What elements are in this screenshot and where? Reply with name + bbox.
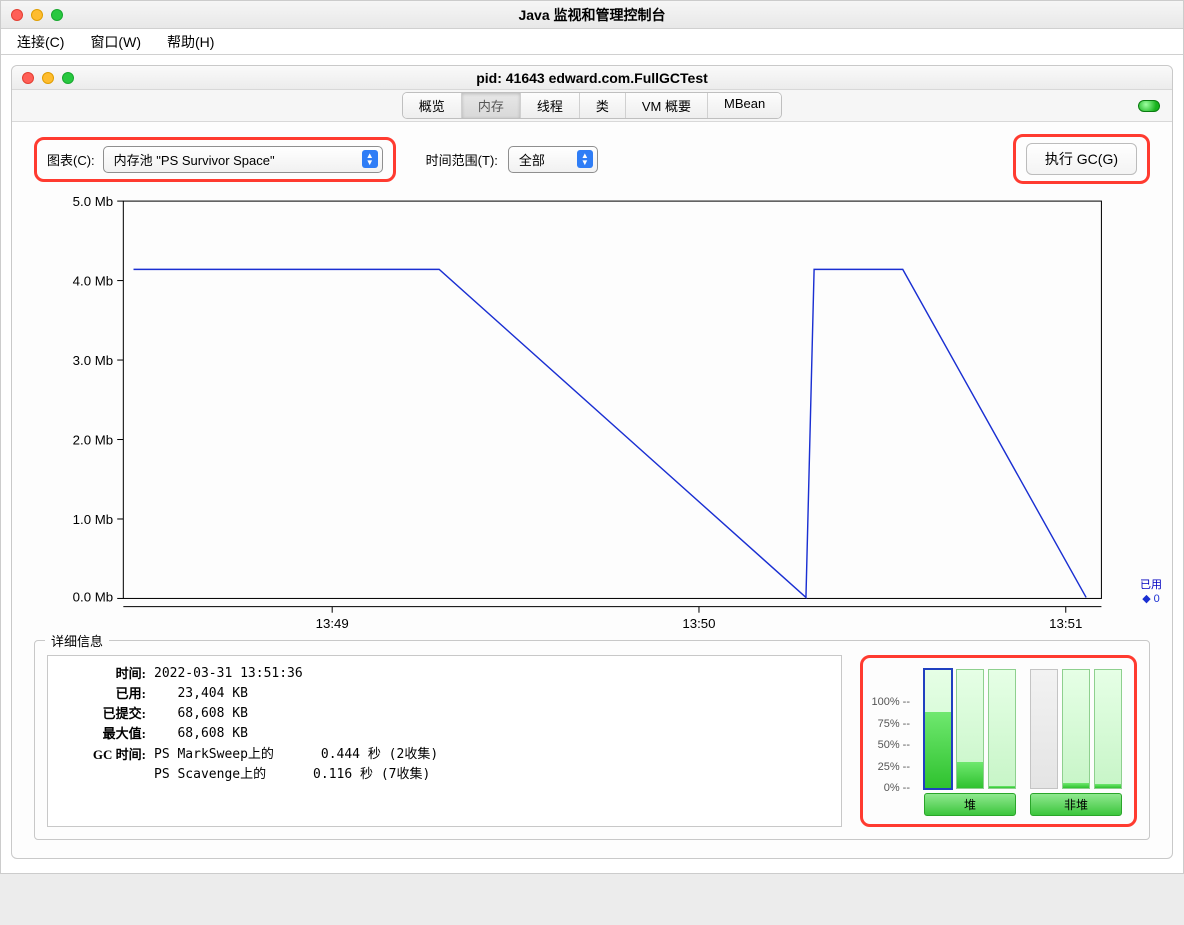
tab-threads[interactable]: 线程 <box>521 93 580 118</box>
detail-time-value: 2022-03-31 13:51:36 <box>146 664 303 684</box>
detail-committed-label: 已提交: <box>58 704 146 724</box>
svg-text:13:50: 13:50 <box>682 616 715 631</box>
inner-titlebar: pid: 41643 edward.com.FullGCTest <box>12 66 1172 90</box>
detail-time-label: 时间: <box>58 664 146 684</box>
legend-used-value: 0 <box>1154 593 1160 605</box>
tab-classes[interactable]: 类 <box>580 93 626 118</box>
menu-window[interactable]: 窗口(W) <box>84 32 147 52</box>
scale-50: 50% -- <box>878 739 910 751</box>
bars-scale: 100% -- 75% -- 50% -- 25% -- 0% -- <box>871 696 910 816</box>
detail-used-value: 23,404 KB <box>146 684 248 704</box>
inner-title: pid: 41643 edward.com.FullGCTest <box>12 70 1172 86</box>
scale-100: 100% -- <box>871 696 910 708</box>
main-window: Java 监视和管理控制台 连接(C) 窗口(W) 帮助(H) pid: 416… <box>0 0 1184 874</box>
nonheap-bar-1[interactable] <box>1030 669 1058 789</box>
perform-gc-button[interactable]: 执行 GC(G) <box>1026 143 1137 175</box>
tab-vm-summary[interactable]: VM 概要 <box>626 93 708 118</box>
detail-gc-value-1: PS MarkSweep上的 0.444 秒 (2收集) <box>146 745 438 765</box>
outer-titlebar: Java 监视和管理控制台 <box>1 1 1183 29</box>
tab-row: 概览 内存 线程 类 VM 概要 MBean <box>12 90 1172 122</box>
details-info-box: 时间: 2022-03-31 13:51:36 已用: 23,404 KB 已提… <box>47 655 842 827</box>
tab-mbean[interactable]: MBean <box>708 93 781 118</box>
chevron-updown-icon: ▲▼ <box>362 150 378 168</box>
svg-text:1.0 Mb: 1.0 Mb <box>73 512 113 527</box>
details-legend: 详细信息 <box>45 631 109 650</box>
legend-used-label: 已用 <box>1140 576 1162 592</box>
detail-gc-value-2: PS Scavenge上的 0.116 秒 (7收集) <box>146 765 430 785</box>
scale-75: 75% -- <box>878 718 910 730</box>
chart-combo[interactable]: 内存池 "PS Survivor Space" ▲▼ <box>103 146 383 173</box>
chevron-updown-icon: ▲▼ <box>577 150 593 168</box>
nonheap-bar-2[interactable] <box>1062 669 1090 789</box>
nonheap-button[interactable]: 非堆 <box>1030 793 1122 816</box>
detail-used-label: 已用: <box>58 684 146 704</box>
connection-status-icon <box>1138 100 1160 112</box>
heap-button[interactable]: 堆 <box>924 793 1016 816</box>
nonheap-bar-3[interactable] <box>1094 669 1122 789</box>
heap-bar-3[interactable] <box>988 669 1016 789</box>
scale-0: 0% -- <box>884 782 910 794</box>
details-fieldset: 详细信息 时间: 2022-03-31 13:51:36 已用: 23,404 … <box>34 640 1150 840</box>
svg-text:5.0 Mb: 5.0 Mb <box>73 196 113 209</box>
time-range-combo[interactable]: 全部 ▲▼ <box>508 146 598 173</box>
heap-bar-2[interactable] <box>956 669 984 789</box>
chart-legend: 已用 ◆ 0 <box>1140 576 1162 605</box>
tab-overview[interactable]: 概览 <box>403 93 462 118</box>
tab-memory[interactable]: 内存 <box>462 93 521 118</box>
svg-text:13:49: 13:49 <box>316 616 349 631</box>
inner-panel: pid: 41643 edward.com.FullGCTest 概览 内存 线… <box>11 65 1173 859</box>
gc-button-highlight: 执行 GC(G) <box>1013 134 1150 184</box>
heap-bar-1[interactable] <box>924 669 952 789</box>
detail-gc-label: GC 时间: <box>58 745 146 765</box>
detail-max-label: 最大值: <box>58 724 146 744</box>
heap-bar-group: 堆 <box>924 669 1016 816</box>
detail-committed-value: 68,608 KB <box>146 704 248 724</box>
memory-chart: 5.0 Mb 4.0 Mb 3.0 Mb 2.0 Mb 1.0 Mb 0.0 M… <box>52 196 1132 626</box>
detail-max-value: 68,608 KB <box>146 724 248 744</box>
chart-selector-highlight: 图表(C): 内存池 "PS Survivor Space" ▲▼ <box>34 137 396 182</box>
svg-text:0.0 Mb: 0.0 Mb <box>73 590 113 605</box>
svg-text:13:51: 13:51 <box>1049 616 1082 631</box>
chart-label: 图表(C): <box>47 150 95 169</box>
svg-text:4.0 Mb: 4.0 Mb <box>73 274 113 289</box>
chart-combo-value: 内存池 "PS Survivor Space" <box>114 150 275 169</box>
menu-connection[interactable]: 连接(C) <box>11 32 70 52</box>
nonheap-bar-group: 非堆 <box>1030 669 1122 816</box>
scale-25: 25% -- <box>878 761 910 773</box>
window-title: Java 监视和管理控制台 <box>1 5 1183 25</box>
memory-bars-panel: 100% -- 75% -- 50% -- 25% -- 0% -- 堆 <box>860 655 1137 827</box>
svg-text:3.0 Mb: 3.0 Mb <box>73 353 113 368</box>
svg-text:2.0 Mb: 2.0 Mb <box>73 433 113 448</box>
time-range-label: 时间范围(T): <box>426 150 498 169</box>
filter-row: 图表(C): 内存池 "PS Survivor Space" ▲▼ 时间范围(T… <box>12 122 1172 196</box>
menu-help[interactable]: 帮助(H) <box>161 32 220 52</box>
time-range-value: 全部 <box>519 150 545 169</box>
tab-segment: 概览 内存 线程 类 VM 概要 MBean <box>402 92 782 119</box>
menubar: 连接(C) 窗口(W) 帮助(H) <box>1 29 1183 55</box>
